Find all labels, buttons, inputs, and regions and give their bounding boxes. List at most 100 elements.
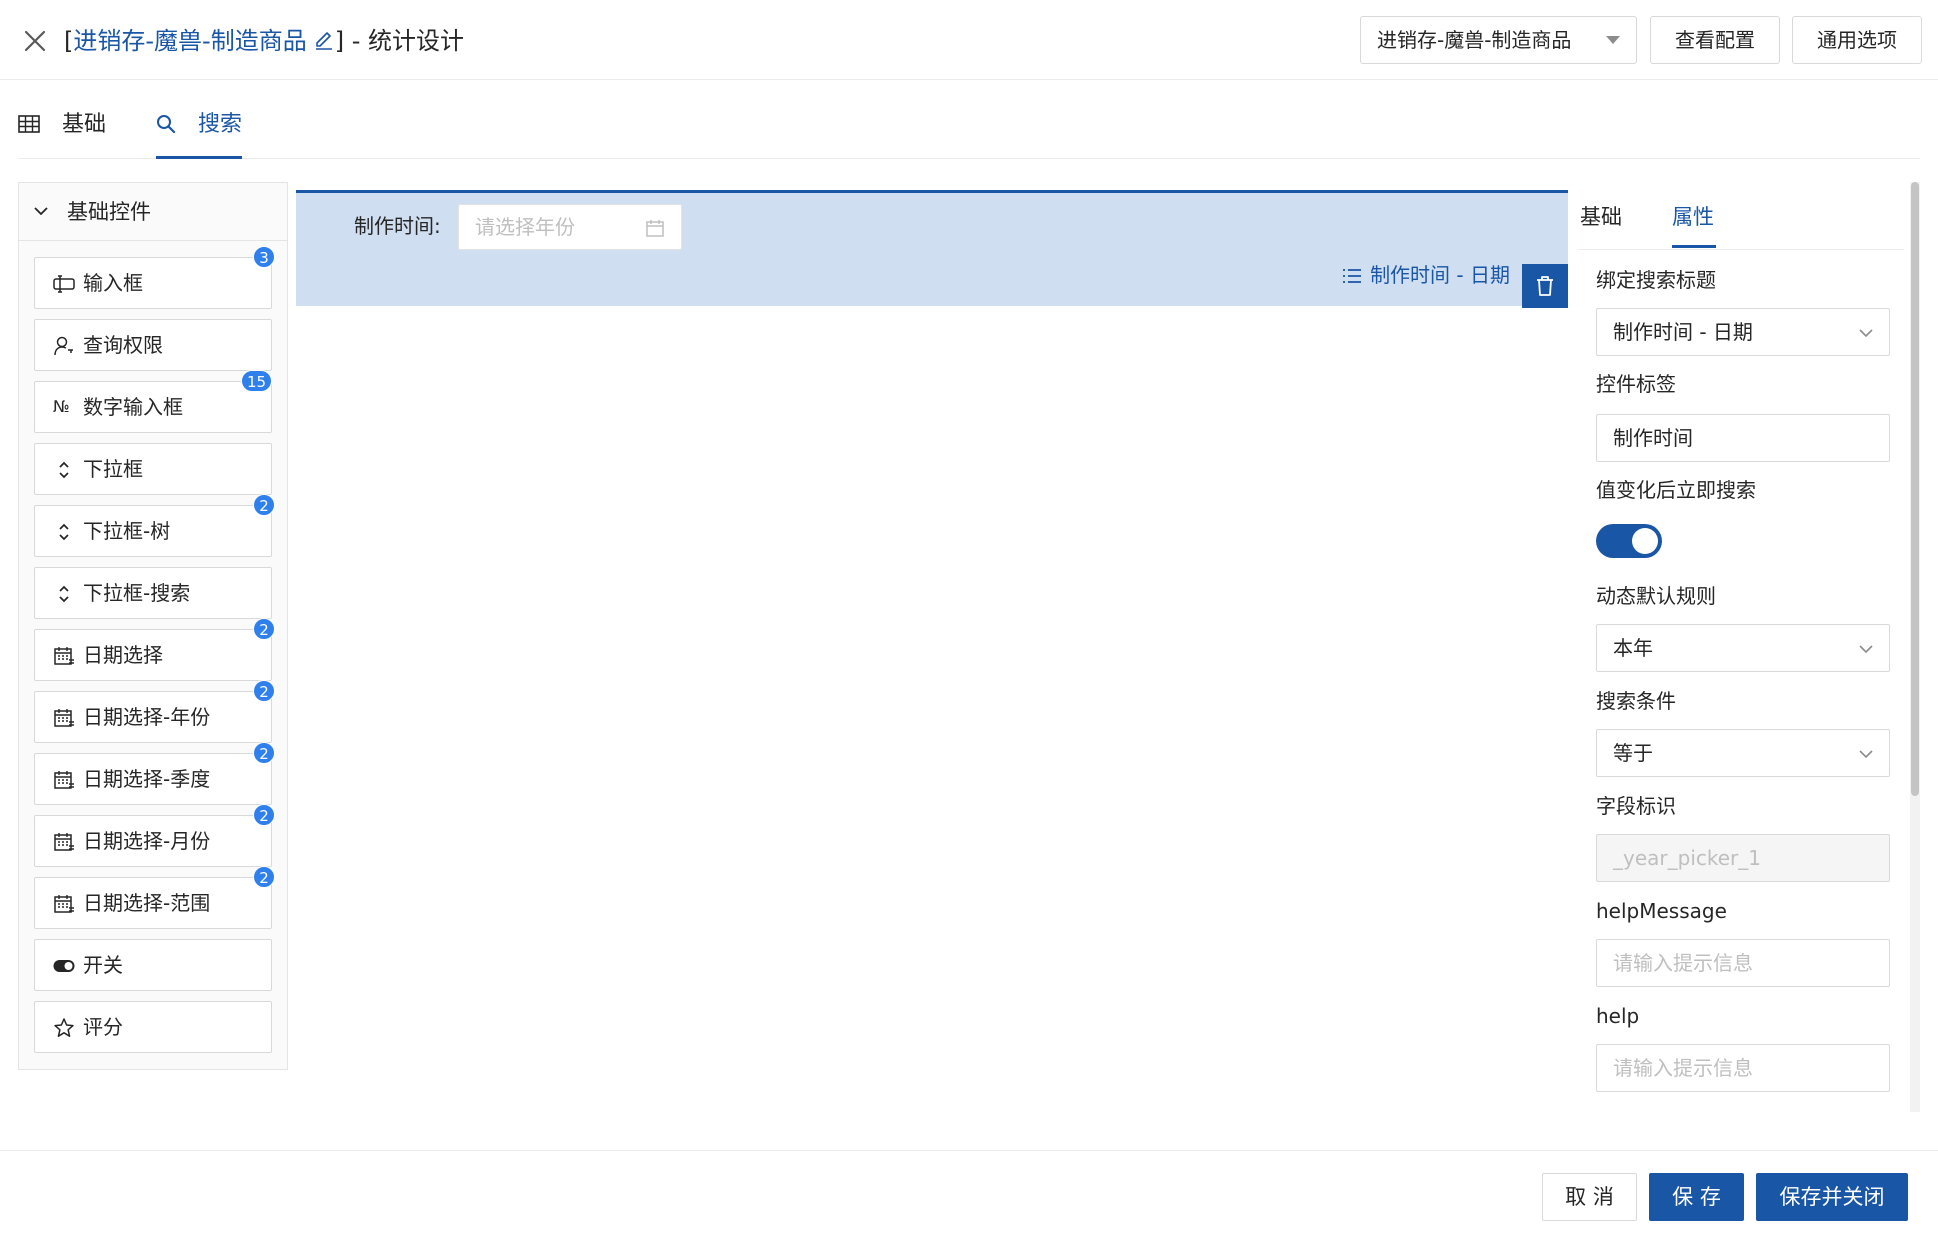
calendar-icon (54, 647, 74, 665)
count-badge: 2 (253, 680, 275, 702)
tab-props-attributes[interactable]: 属性 (1672, 202, 1714, 232)
control-query-permission[interactable]: 查询权限 (34, 319, 272, 371)
controls-group-title: 基础控件 (67, 200, 151, 224)
year-picker-input[interactable]: 请选择年份 (458, 204, 682, 250)
controls-group-header[interactable]: 基础控件 (19, 183, 287, 241)
designer-tabs: 基础 搜索 (18, 104, 1920, 159)
field-binding-tag-text: 制作时间 - 日期 (1370, 263, 1510, 287)
caret-down-icon (1606, 36, 1620, 44)
selected-search-field[interactable]: 制作时间: 请选择年份 制作时间 - 日期 (296, 190, 1568, 308)
control-switch-label: 开关 (83, 953, 123, 977)
tab-search[interactable]: 搜索 (156, 104, 243, 159)
help-message-input[interactable]: 请输入提示信息 (1596, 939, 1890, 987)
save-and-close-button[interactable]: 保存并关闭 (1756, 1173, 1908, 1221)
help-message-label: helpMessage (1596, 899, 1727, 923)
year-picker-placeholder: 请选择年份 (475, 215, 575, 239)
control-select-search[interactable]: 下拉框-搜索 (34, 567, 272, 619)
tab-basic[interactable]: 基础 (18, 104, 106, 159)
table-icon (18, 115, 40, 133)
bind-title-label: 绑定搜索标题 (1596, 268, 1716, 292)
default-rule-label: 动态默认规则 (1596, 584, 1716, 608)
control-query-permission-label: 查询权限 (83, 333, 163, 357)
help-input[interactable]: 请输入提示信息 (1596, 1044, 1890, 1092)
toggle-knob (1632, 528, 1658, 554)
select-arrows-icon (59, 585, 69, 603)
save-button[interactable]: 保 存 (1649, 1173, 1744, 1221)
control-month-picker-label: 日期选择-月份 (83, 829, 211, 853)
control-label-input[interactable]: 制作时间 (1596, 414, 1890, 462)
edit-icon[interactable] (313, 29, 335, 51)
properties-scrollbar[interactable] (1910, 182, 1920, 1112)
active-tab-indicator (1672, 245, 1716, 248)
calendar-icon (54, 895, 74, 913)
count-badge: 2 (253, 804, 275, 826)
count-badge: 2 (253, 494, 275, 516)
chevron-down-icon (34, 207, 48, 216)
app-name-link[interactable]: 进销存-魔兽-制造商品 (73, 27, 306, 55)
control-date-picker[interactable]: 日期选择 (34, 629, 272, 681)
control-input[interactable]: 输入框 (34, 257, 272, 309)
scrollbar-thumb[interactable] (1911, 182, 1919, 796)
control-label-label: 控件标签 (1596, 372, 1676, 396)
control-rate-label: 评分 (83, 1015, 123, 1039)
app-select-value: 进销存-魔兽-制造商品 (1377, 28, 1572, 52)
chevron-down-icon (1859, 750, 1873, 759)
select-arrows-icon (59, 461, 69, 479)
count-badge: 3 (253, 246, 275, 268)
page-title: [进销存-魔兽-制造商品] - 统计设计 (64, 24, 464, 58)
calendar-icon (54, 833, 74, 851)
list-icon (1343, 269, 1362, 283)
numero-icon: № (53, 397, 70, 416)
default-rule-select[interactable]: 本年 (1596, 624, 1890, 672)
tab-props-basic[interactable]: 基础 (1580, 202, 1622, 232)
select-arrows-icon (59, 523, 69, 541)
condition-label: 搜索条件 (1596, 689, 1676, 713)
cancel-button[interactable]: 取 消 (1542, 1173, 1637, 1221)
instant-search-toggle[interactable] (1596, 524, 1662, 558)
calendar-icon (54, 771, 74, 789)
delete-field-button[interactable] (1522, 264, 1568, 308)
control-input-label: 输入框 (83, 271, 143, 295)
condition-select[interactable]: 等于 (1596, 729, 1890, 777)
chevron-down-icon (1859, 329, 1873, 338)
control-date-picker-label: 日期选择 (83, 643, 163, 667)
control-month-picker[interactable]: 日期选择-月份 (34, 815, 272, 867)
common-options-button[interactable]: 通用选项 (1792, 16, 1922, 64)
user-key-icon (54, 336, 73, 356)
control-switch[interactable]: 开关 (34, 939, 272, 991)
field-id-label: 字段标识 (1596, 794, 1676, 818)
count-badge: 2 (253, 742, 275, 764)
calendar-icon (54, 709, 74, 727)
properties-tabs: 基础 属性 (1578, 182, 1904, 250)
search-icon (157, 115, 176, 134)
control-year-picker[interactable]: 日期选择-年份 (34, 691, 272, 743)
control-rate[interactable]: 评分 (34, 1001, 272, 1053)
control-number-input-label: 数字输入框 (83, 395, 183, 419)
chevron-down-icon (1859, 645, 1873, 654)
control-select[interactable]: 下拉框 (34, 443, 272, 495)
count-badge: 2 (253, 618, 275, 640)
view-config-button[interactable]: 查看配置 (1650, 16, 1780, 64)
control-quarter-picker-label: 日期选择-季度 (83, 767, 211, 791)
bind-title-select[interactable]: 制作时间 - 日期 (1596, 308, 1890, 356)
field-label: 制作时间: (354, 214, 441, 238)
control-select-tree[interactable]: 下拉框-树 (34, 505, 272, 557)
app-select[interactable]: 进销存-魔兽-制造商品 (1360, 16, 1637, 64)
control-select-search-label: 下拉框-搜索 (83, 581, 191, 605)
input-box-icon (53, 275, 75, 293)
controls-panel: 基础控件 输入框 查询权限 № 数字输入框 下拉框 下拉框-树 下拉框-搜索 日… (18, 182, 288, 1070)
default-rule-value: 本年 (1613, 636, 1653, 660)
title-suffix: ] - 统计设计 (334, 27, 464, 55)
tab-basic-label: 基础 (62, 112, 107, 137)
field-id-input: _year_picker_1 (1596, 834, 1890, 882)
count-badge: 15 (241, 370, 273, 392)
close-icon[interactable] (22, 28, 48, 54)
control-number-input[interactable]: № 数字输入框 (34, 381, 272, 433)
tab-search-label: 搜索 (198, 112, 243, 137)
control-date-range[interactable]: 日期选择-范围 (34, 877, 272, 929)
control-quarter-picker[interactable]: 日期选择-季度 (34, 753, 272, 805)
trash-icon (1537, 276, 1553, 296)
dialog-footer: 取 消 保 存 保存并关闭 (0, 1150, 1938, 1240)
control-select-label: 下拉框 (83, 457, 143, 481)
field-binding-tag: 制作时间 - 日期 (1342, 261, 1510, 289)
